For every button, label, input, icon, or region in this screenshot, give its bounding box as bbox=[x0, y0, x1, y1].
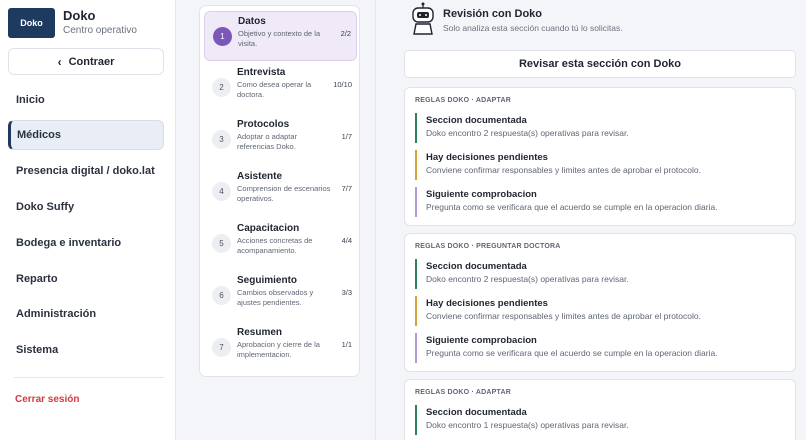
robot-icon bbox=[412, 2, 434, 35]
sidebar-item-bodega[interactable]: Bodega e inventario bbox=[8, 228, 164, 258]
rule-text: Doko encontro 2 respuesta(s) operativas … bbox=[426, 274, 629, 284]
rule-item: Siguiente comprobacion Pregunta como se … bbox=[415, 187, 785, 217]
rule-title: Seccion documentada bbox=[426, 115, 527, 126]
step-description: Cambios observados y ajustes pendientes. bbox=[237, 288, 314, 307]
review-subtitle: Solo analiza esta sección cuando tú lo s… bbox=[443, 23, 623, 33]
rule-text: Conviene confirmar responsables y limite… bbox=[426, 311, 701, 321]
step-count: 1/1 bbox=[341, 340, 352, 349]
review-title: Revisión con Doko bbox=[443, 8, 543, 20]
steps-column: 1 Datos Objetivo y contexto de la visita… bbox=[176, 0, 376, 440]
rule-item: Seccion documentada Doko encontro 2 resp… bbox=[415, 259, 785, 289]
card-label: REGLAS DOKO · ADAPTAR bbox=[415, 389, 511, 396]
step-count: 4/4 bbox=[341, 236, 352, 245]
sidebar: Doko Doko Centro operativo ‹ Contraer In… bbox=[0, 0, 176, 440]
sidebar-item-administracion[interactable]: Administración bbox=[8, 299, 164, 329]
step-title: Protocolos bbox=[237, 119, 290, 130]
rule-title: Siguiente comprobacion bbox=[426, 335, 537, 346]
brand-subtitle: Centro operativo bbox=[63, 25, 137, 36]
review-section-button[interactable]: Revisar esta sección con Doko bbox=[404, 50, 796, 78]
rule-text: Pregunta como se verificara que el acuer… bbox=[426, 202, 718, 212]
rule-text: Doko encontro 1 respuesta(s) operativas … bbox=[426, 420, 629, 430]
step-number: 2 bbox=[212, 78, 231, 97]
step-title: Entrevista bbox=[237, 67, 286, 78]
logout-link[interactable]: Cerrar sesión bbox=[15, 394, 79, 405]
rule-text: Pregunta como se verificara que el acuer… bbox=[426, 348, 718, 358]
step-number: 6 bbox=[212, 286, 231, 305]
step-item-entrevista[interactable]: 2 Entrevista Como desea operar la doctor… bbox=[204, 63, 357, 113]
sidebar-item-presencia-digital[interactable]: Presencia digital / doko.lat bbox=[8, 156, 164, 186]
collapse-label: Contraer bbox=[68, 55, 115, 68]
chevron-left-icon: ‹ bbox=[57, 54, 62, 69]
step-item-seguimiento[interactable]: 6 Seguimiento Cambios observados y ajust… bbox=[204, 271, 357, 321]
step-number: 1 bbox=[213, 27, 232, 46]
review-panel: Revisión con Doko Solo analiza esta secc… bbox=[376, 0, 806, 440]
step-count: 10/10 bbox=[333, 80, 352, 89]
brand-name: Doko bbox=[63, 8, 96, 23]
sidebar-item-medicos[interactable]: Médicos bbox=[8, 120, 164, 150]
rules-card: REGLAS DOKO · ADAPTAR Seccion documentad… bbox=[404, 87, 796, 226]
step-title: Resumen bbox=[237, 327, 283, 338]
step-count: 3/3 bbox=[341, 288, 352, 297]
rule-item: Seccion documentada Doko encontro 1 resp… bbox=[415, 405, 785, 435]
rules-card: REGLAS DOKO · ADAPTAR Seccion documentad… bbox=[404, 379, 796, 440]
rule-title: Seccion documentada bbox=[426, 407, 527, 418]
brand: Doko Doko Centro operativo bbox=[8, 8, 137, 38]
step-item-asistente[interactable]: 4 Asistente Comprension de escenarios op… bbox=[204, 167, 357, 217]
rule-text: Conviene confirmar responsables y limite… bbox=[426, 165, 701, 175]
step-item-resumen[interactable]: 7 Resumen Aprobacion y cierre de la impl… bbox=[204, 323, 357, 373]
collapse-button[interactable]: ‹ Contraer bbox=[8, 48, 164, 75]
step-number: 5 bbox=[212, 234, 231, 253]
sidebar-item-sistema[interactable]: Sistema bbox=[8, 335, 164, 365]
step-description: Objetivo y contexto de la visita. bbox=[238, 29, 321, 48]
rule-title: Hay decisiones pendientes bbox=[426, 298, 548, 309]
step-description: Acciones concretas de acompanamiento. bbox=[237, 236, 313, 255]
step-title: Asistente bbox=[237, 171, 283, 182]
step-title: Datos bbox=[238, 16, 266, 27]
rule-title: Seccion documentada bbox=[426, 261, 527, 272]
step-title: Seguimiento bbox=[237, 275, 298, 286]
sidebar-item-reparto[interactable]: Reparto bbox=[8, 264, 164, 294]
rule-title: Siguiente comprobacion bbox=[426, 189, 537, 200]
step-number: 3 bbox=[212, 130, 231, 149]
doko-logo: Doko bbox=[8, 8, 55, 38]
step-number: 7 bbox=[212, 338, 231, 357]
step-description: Adoptar o adaptar referencias Doko. bbox=[237, 132, 298, 151]
card-label: REGLAS DOKO · ADAPTAR bbox=[415, 97, 511, 104]
sidebar-item-doko-suffy[interactable]: Doko Suffy bbox=[8, 192, 164, 222]
rule-item: Seccion documentada Doko encontro 2 resp… bbox=[415, 113, 785, 143]
step-description: Aprobacion y cierre de la implementacion… bbox=[237, 340, 320, 359]
step-item-datos[interactable]: 1 Datos Objetivo y contexto de la visita… bbox=[204, 11, 357, 61]
step-title: Capacitacion bbox=[237, 223, 300, 234]
step-count: 1/7 bbox=[341, 132, 352, 141]
sidebar-divider bbox=[14, 377, 164, 378]
step-description: Como desea operar la doctora. bbox=[237, 80, 312, 99]
step-item-protocolos[interactable]: 3 Protocolos Adoptar o adaptar referenci… bbox=[204, 115, 357, 165]
step-item-capacitacion[interactable]: 5 Capacitacion Acciones concretas de aco… bbox=[204, 219, 357, 269]
sidebar-item-inicio[interactable]: Inicio bbox=[8, 85, 164, 115]
rules-card: REGLAS DOKO · PREGUNTAR DOCTORA Seccion … bbox=[404, 233, 796, 372]
rule-title: Hay decisiones pendientes bbox=[426, 152, 548, 163]
rule-item: Hay decisiones pendientes Conviene confi… bbox=[415, 296, 785, 326]
steps-list: 1 Datos Objetivo y contexto de la visita… bbox=[199, 5, 360, 377]
step-number: 4 bbox=[212, 182, 231, 201]
rule-item: Hay decisiones pendientes Conviene confi… bbox=[415, 150, 785, 180]
step-description: Comprension de escenarios operativos. bbox=[237, 184, 331, 203]
step-count: 7/7 bbox=[341, 184, 352, 193]
card-label: REGLAS DOKO · PREGUNTAR DOCTORA bbox=[415, 243, 561, 250]
step-count: 2/2 bbox=[340, 29, 351, 38]
rule-item: Siguiente comprobacion Pregunta como se … bbox=[415, 333, 785, 363]
rule-text: Doko encontro 2 respuesta(s) operativas … bbox=[426, 128, 629, 138]
